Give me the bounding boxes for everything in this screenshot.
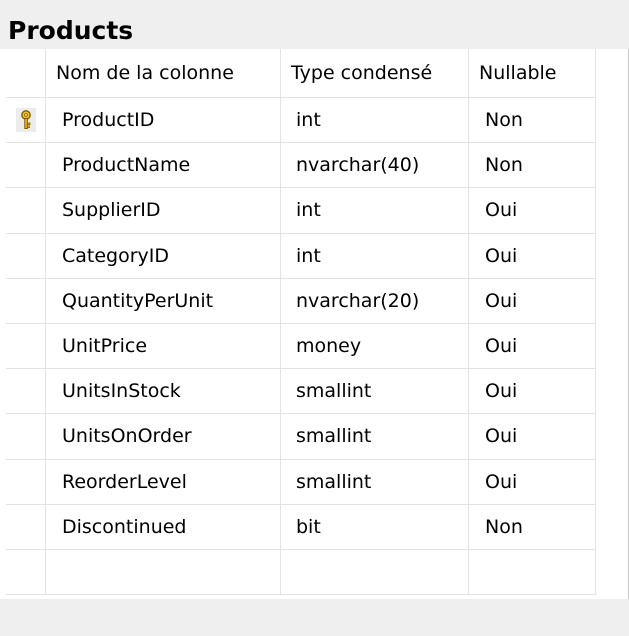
row-selector[interactable] bbox=[6, 233, 46, 279]
column-grid: Nom de la colonne Type condensé Nullable… bbox=[6, 49, 596, 596]
table-row-empty[interactable] bbox=[6, 549, 596, 596]
cell-column-name[interactable] bbox=[46, 549, 281, 596]
row-selector[interactable] bbox=[6, 369, 46, 415]
cell-nullable[interactable]: Oui bbox=[469, 278, 596, 324]
row-selector[interactable] bbox=[6, 98, 46, 144]
table-designer-panel: Products Nom de la colonne Type condensé… bbox=[0, 0, 629, 636]
cell-column-name[interactable]: UnitsInStock bbox=[46, 369, 281, 415]
cell-condensed-type[interactable]: smallint bbox=[281, 369, 469, 415]
cell-nullable[interactable]: Oui bbox=[469, 369, 596, 415]
table-row[interactable]: ReorderLevel smallint Oui bbox=[6, 459, 596, 505]
row-selector[interactable] bbox=[6, 278, 46, 324]
cell-column-name[interactable]: ReorderLevel bbox=[46, 459, 281, 505]
cell-nullable[interactable]: Oui bbox=[469, 233, 596, 279]
cell-condensed-type[interactable]: nvarchar(40) bbox=[281, 143, 469, 189]
row-selector[interactable] bbox=[6, 504, 46, 550]
cell-condensed-type[interactable]: money bbox=[281, 323, 469, 370]
header-nullable[interactable]: Nullable bbox=[469, 49, 596, 98]
primary-key-icon bbox=[15, 108, 36, 133]
cell-nullable[interactable]: Non bbox=[469, 143, 596, 189]
row-selector[interactable] bbox=[6, 323, 46, 370]
cell-condensed-type[interactable]: int bbox=[281, 233, 469, 279]
table-row[interactable]: UnitsOnOrder smallint Oui bbox=[6, 414, 596, 460]
row-selector[interactable] bbox=[6, 414, 46, 460]
table-row[interactable]: SupplierID int Oui bbox=[6, 188, 596, 234]
cell-nullable[interactable] bbox=[469, 549, 596, 596]
grid-header-row: Nom de la colonne Type condensé Nullable bbox=[6, 49, 596, 98]
header-condensed-type[interactable]: Type condensé bbox=[281, 49, 469, 98]
cell-nullable[interactable]: Oui bbox=[469, 414, 596, 460]
table-row[interactable]: UnitsInStock smallint Oui bbox=[6, 369, 596, 415]
cell-column-name[interactable]: ProductName bbox=[46, 143, 281, 189]
cell-column-name[interactable]: ProductID bbox=[46, 98, 281, 144]
cell-nullable[interactable]: Oui bbox=[469, 323, 596, 370]
cell-column-name[interactable]: UnitPrice bbox=[46, 323, 281, 370]
cell-condensed-type[interactable]: int bbox=[281, 188, 469, 234]
row-selector[interactable] bbox=[6, 143, 46, 189]
table-row[interactable]: CategoryID int Oui bbox=[6, 233, 596, 279]
table-row[interactable]: QuantityPerUnit nvarchar(20) Oui bbox=[6, 278, 596, 324]
bottom-strip bbox=[0, 599, 629, 636]
cell-nullable[interactable]: Oui bbox=[469, 459, 596, 505]
cell-condensed-type[interactable] bbox=[281, 549, 469, 596]
table-row[interactable]: ProductID int Non bbox=[6, 98, 596, 144]
cell-nullable[interactable]: Oui bbox=[469, 188, 596, 234]
cell-condensed-type[interactable]: nvarchar(20) bbox=[281, 278, 469, 324]
cell-column-name[interactable]: UnitsOnOrder bbox=[46, 414, 281, 460]
cell-condensed-type[interactable]: smallint bbox=[281, 414, 469, 460]
cell-column-name[interactable]: QuantityPerUnit bbox=[46, 278, 281, 324]
table-title: Products bbox=[8, 16, 134, 45]
table-row[interactable]: UnitPrice money Oui bbox=[6, 323, 596, 370]
cell-condensed-type[interactable]: bit bbox=[281, 504, 469, 550]
cell-column-name[interactable]: SupplierID bbox=[46, 188, 281, 234]
cell-nullable[interactable]: Non bbox=[469, 504, 596, 550]
header-column-name[interactable]: Nom de la colonne bbox=[46, 49, 281, 98]
table-row[interactable]: Discontinued bit Non bbox=[6, 504, 596, 550]
table-title-bar: Products bbox=[0, 0, 629, 49]
cell-condensed-type[interactable]: smallint bbox=[281, 459, 469, 505]
cell-nullable[interactable]: Non bbox=[469, 98, 596, 144]
cell-condensed-type[interactable]: int bbox=[281, 98, 469, 144]
cell-column-name[interactable]: CategoryID bbox=[46, 233, 281, 279]
row-selector[interactable] bbox=[6, 549, 46, 596]
row-selector-header bbox=[6, 49, 46, 98]
row-selector[interactable] bbox=[6, 459, 46, 505]
cell-column-name[interactable]: Discontinued bbox=[46, 504, 281, 550]
table-row[interactable]: ProductName nvarchar(40) Non bbox=[6, 143, 596, 189]
row-selector[interactable] bbox=[6, 188, 46, 234]
